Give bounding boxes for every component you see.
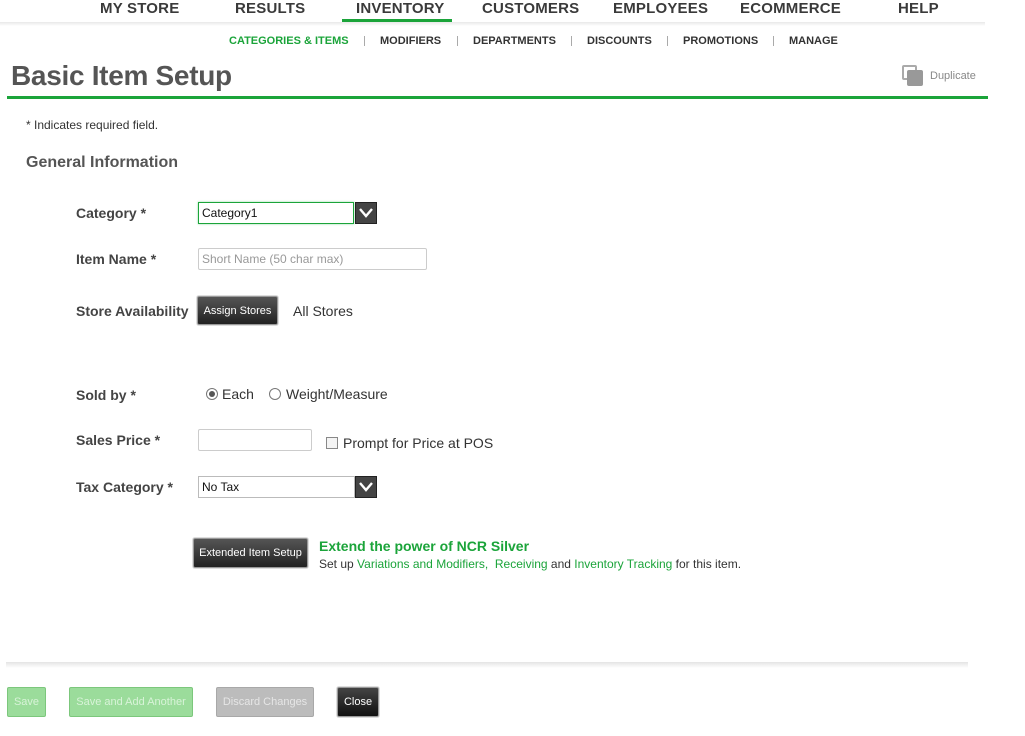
- item-name-input[interactable]: Short Name (50 char max): [198, 248, 427, 270]
- assign-stores-button[interactable]: Assign Stores: [197, 296, 278, 325]
- category-label: Category *: [76, 205, 147, 221]
- subnav-separator: [667, 36, 668, 46]
- extended-suffix: for this item.: [672, 557, 742, 571]
- sales-price-input[interactable]: [198, 429, 312, 451]
- tax-category-label: Tax Category *: [76, 479, 173, 495]
- extended-description: Set up Variations and Modifiers, Receivi…: [319, 557, 741, 571]
- category-select[interactable]: Category1: [198, 202, 354, 224]
- store-availability-label: Store Availability: [76, 303, 189, 319]
- nav-my-store[interactable]: MY STORE: [100, 0, 179, 17]
- required-note: * Indicates required field.: [26, 118, 159, 132]
- subnav-discounts[interactable]: DISCOUNTS: [587, 35, 652, 47]
- subnav-separator: [457, 36, 458, 46]
- inventory-tracking-link[interactable]: Inventory Tracking: [574, 557, 672, 571]
- footer-divider: [6, 662, 968, 668]
- sold-by-weight-radio[interactable]: [269, 388, 281, 400]
- page-title: Basic Item Setup: [11, 60, 232, 91]
- duplicate-button[interactable]: Duplicate: [902, 65, 976, 87]
- extended-and: and: [547, 557, 575, 571]
- variations-modifiers-link[interactable]: Variations and Modifiers,: [357, 557, 488, 571]
- sales-price-label: Sales Price *: [76, 432, 161, 448]
- subnav-promotions[interactable]: PROMOTIONS: [683, 35, 758, 47]
- duplicate-label: Duplicate: [930, 70, 976, 82]
- subnav-categories-items[interactable]: CATEGORIES & ITEMS: [229, 35, 349, 47]
- title-divider: [7, 96, 988, 99]
- section-title: General Information: [26, 154, 179, 171]
- subnav-manage[interactable]: MANAGE: [789, 35, 838, 47]
- nav-employees[interactable]: EMPLOYEES: [613, 0, 708, 17]
- duplicate-icon: [902, 65, 924, 87]
- tax-category-dropdown-button[interactable]: [355, 476, 377, 498]
- chevron-down-icon: [359, 208, 373, 218]
- receiving-link[interactable]: Receiving: [495, 557, 548, 571]
- nav-inventory[interactable]: INVENTORY: [342, 0, 452, 22]
- discard-changes-button[interactable]: Discard Changes: [216, 687, 314, 717]
- nav-help[interactable]: HELP: [898, 0, 939, 17]
- sold-by-each-label: Each: [222, 386, 254, 402]
- save-and-add-another-button[interactable]: Save and Add Another: [69, 687, 193, 717]
- subnav-separator: [364, 36, 365, 46]
- close-button[interactable]: Close: [337, 687, 379, 717]
- subnav-separator: [773, 36, 774, 46]
- extended-item-setup-button[interactable]: Extended Item Setup: [193, 538, 308, 568]
- category-dropdown-button[interactable]: [355, 202, 377, 224]
- save-button[interactable]: Save: [7, 687, 46, 717]
- sold-by-weight-label: Weight/Measure: [286, 386, 388, 402]
- nav-customers[interactable]: CUSTOMERS: [482, 0, 579, 17]
- nav-divider: [0, 22, 985, 26]
- extended-prefix: Set up: [319, 557, 358, 571]
- nav-ecommerce[interactable]: ECOMMERCE: [740, 0, 841, 17]
- main-nav: MY STORE RESULTS INVENTORY CUSTOMERS EMP…: [0, 0, 990, 24]
- subnav-departments[interactable]: DEPARTMENTS: [473, 35, 556, 47]
- prompt-price-label: Prompt for Price at POS: [343, 435, 494, 451]
- store-availability-value: All Stores: [293, 303, 353, 319]
- nav-results[interactable]: RESULTS: [235, 0, 305, 17]
- subnav-modifiers[interactable]: MODIFIERS: [380, 35, 441, 47]
- chevron-down-icon: [359, 482, 373, 492]
- tax-category-select[interactable]: No Tax: [198, 476, 355, 498]
- sold-by-label: Sold by *: [76, 387, 136, 403]
- sold-by-each-radio[interactable]: [206, 388, 218, 400]
- prompt-price-checkbox[interactable]: [326, 437, 338, 449]
- extended-title: Extend the power of NCR Silver: [319, 538, 530, 554]
- subnav-separator: [571, 36, 572, 46]
- item-name-label: Item Name *: [76, 251, 157, 267]
